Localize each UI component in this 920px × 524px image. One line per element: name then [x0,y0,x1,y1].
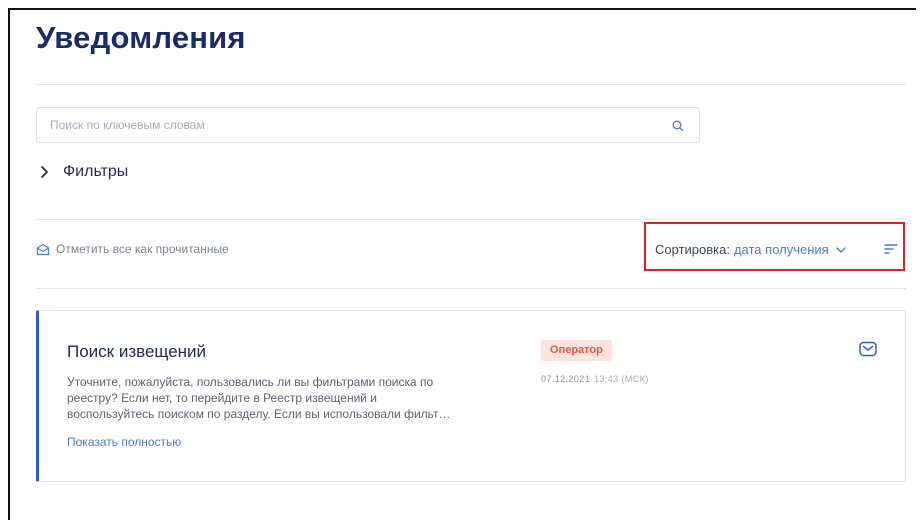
notification-timestamp: 07.12.2021 13:43 (МСК) [541,374,649,384]
page-title: Уведомления [36,20,246,55]
title-divider [36,84,906,85]
notification-time: 13:43 (МСК) [594,374,649,384]
notification-card[interactable]: Поиск извещений Уточните, пожалуйста, по… [36,310,906,482]
filters-label: Фильтры [63,163,129,180]
filters-toggle[interactable]: Фильтры [40,163,128,181]
sort-order-icon[interactable] [884,243,898,255]
mark-all-read-label: Отметить все как прочитанные [56,242,229,256]
notification-body: Уточните, пожалуйста, пользовались ли вы… [67,375,451,421]
envelope-icon[interactable] [859,341,877,357]
search-box[interactable] [36,107,700,143]
search-icon[interactable] [671,119,685,133]
toolbar-divider [36,288,906,289]
notification-title: Поиск извещений [67,342,207,361]
sender-badge: Оператор [541,340,612,361]
search-input[interactable] [37,108,650,142]
filters-divider [36,219,906,220]
sort-value: дата получения [733,242,829,257]
chevron-down-icon [836,246,846,253]
show-more-link[interactable]: Показать полностью [67,435,181,449]
envelope-open-icon [36,243,50,255]
chevron-right-icon [41,166,48,178]
notification-date: 07.12.2021 [541,374,591,384]
sort-dropdown[interactable]: Сортировка: дата получения [655,242,847,257]
mark-all-read-button[interactable]: Отметить все как прочитанные [36,242,229,256]
sort-prefix: Сортировка: [655,242,730,257]
